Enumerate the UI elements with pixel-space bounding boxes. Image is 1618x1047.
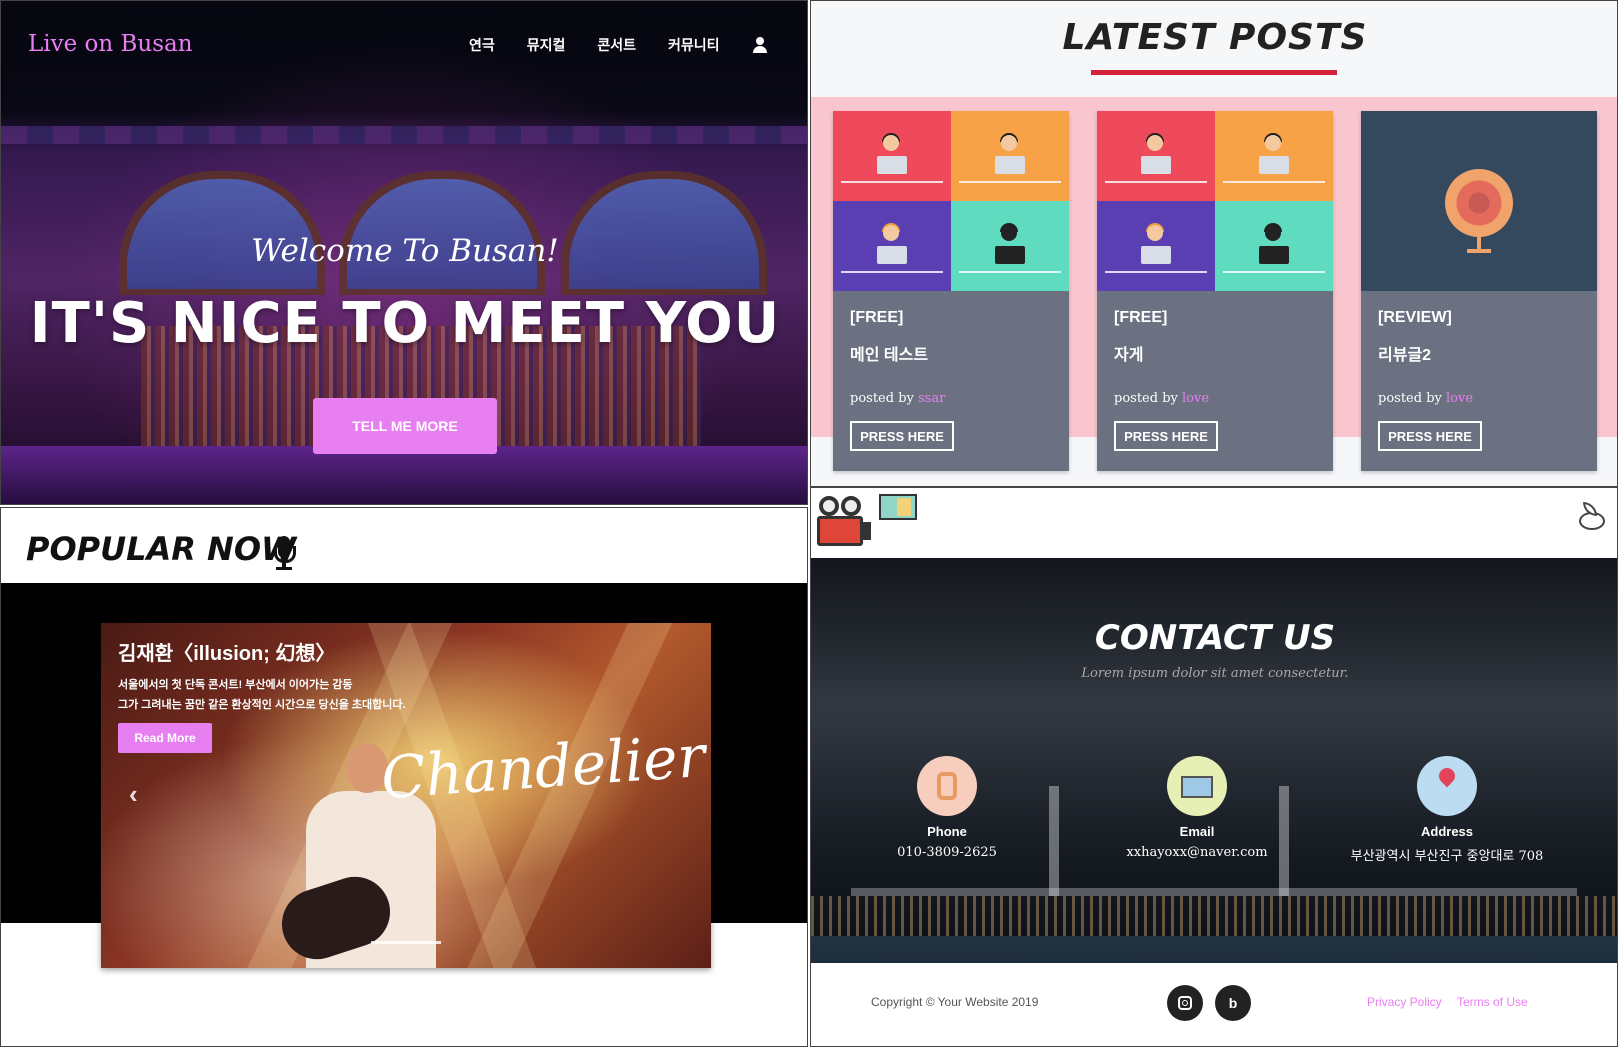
privacy-policy-link[interactable]: Privacy Policy: [1367, 995, 1442, 1009]
press-here-button[interactable]: PRESS HERE: [1378, 421, 1482, 451]
tell-me-more-button[interactable]: TELL ME MORE: [313, 398, 497, 454]
latest-posts-section: LATEST POSTS [FREE] 메인 테스트 posted by ssa…: [810, 0, 1618, 487]
movie-camera-icon: [817, 496, 873, 552]
section-title: LATEST POSTS: [1062, 17, 1368, 58]
post-author[interactable]: love: [1182, 391, 1209, 406]
nav-item-musical[interactable]: 뮤지컬: [527, 35, 566, 55]
post-card[interactable]: [REVIEW] 리뷰글2 posted by love PRESS HERE: [1361, 111, 1597, 471]
section-title: CONTACT US: [1094, 618, 1336, 658]
post-title: 리뷰글2: [1378, 347, 1432, 364]
bird-icon: [1573, 500, 1609, 540]
title-underline: [1091, 70, 1337, 75]
post-author[interactable]: love: [1446, 391, 1473, 406]
coders-grid-image: [833, 111, 1069, 291]
carousel-slide[interactable]: 김재환〈illusion; 幻想〉 서울에서의 첫 단독 콘서트! 부산에서 이…: [101, 623, 711, 968]
review-image: [1361, 111, 1597, 291]
post-author-line: posted by love: [1114, 391, 1210, 406]
contact-label: Address: [1420, 824, 1474, 839]
email-icon: [1167, 756, 1227, 816]
section-subtitle: Lorem ipsum dolor sit amet consectetur.: [1081, 666, 1349, 681]
hero-subheading: Welcome To Busan!: [251, 233, 559, 269]
post-category: [FREE]: [850, 309, 904, 326]
terms-of-use-link[interactable]: Terms of Use: [1457, 995, 1528, 1009]
carousel-indicator[interactable]: [371, 941, 441, 944]
user-icon[interactable]: [752, 37, 768, 53]
slide-title: 김재환〈illusion; 幻想〉: [118, 643, 336, 665]
post-author[interactable]: ssar: [918, 391, 945, 406]
copyright-text: Copyright © Your Website 2019: [871, 995, 1039, 1009]
post-category: [REVIEW]: [1378, 309, 1452, 326]
hero-heading: IT'S NICE TO MEET YOU: [29, 291, 781, 356]
coders-grid-image: [1097, 111, 1333, 291]
contact-label: Email: [1179, 824, 1215, 839]
disc-icon: [1445, 169, 1513, 237]
post-category: [FREE]: [1114, 309, 1168, 326]
post-author-line: posted by love: [1378, 391, 1474, 406]
press-here-button[interactable]: PRESS HERE: [850, 421, 954, 451]
instagram-icon[interactable]: [1167, 985, 1203, 1021]
contact-value[interactable]: xxhayoxx@naver.com: [1087, 845, 1307, 860]
hero-section: Live on Busan 연극 뮤지컬 콘서트 커뮤니티 Welcome To…: [0, 0, 808, 505]
read-more-button[interactable]: Read More: [118, 723, 212, 753]
brand-logo[interactable]: Live on Busan: [28, 31, 193, 57]
post-author-line: posted by ssar: [850, 391, 946, 406]
phone-icon: [917, 756, 977, 816]
section-title: POPULAR NOW: [26, 530, 297, 568]
contact-email: Email xxhayoxx@naver.com: [1087, 756, 1307, 860]
ticket-icon: [879, 494, 917, 520]
nav-item-concert[interactable]: 콘서트: [597, 35, 636, 55]
contact-value: 부산광역시 부산진구 중앙대로 708: [1350, 849, 1544, 864]
contact-section: CONTACT US Lorem ipsum dolor sit amet co…: [810, 487, 1618, 1047]
press-here-button[interactable]: PRESS HERE: [1114, 421, 1218, 451]
contact-phone: Phone 010-3809-2625: [837, 756, 1057, 860]
post-card[interactable]: [FREE] 자게 posted by love PRESS HERE: [1097, 111, 1333, 471]
main-nav: 연극 뮤지컬 콘서트 커뮤니티: [469, 35, 768, 55]
popular-now-section: POPULAR NOW 김재환〈illusion; 幻想〉 서울에서의 첫 단독…: [0, 507, 808, 1047]
mic-icon: [273, 536, 296, 570]
slide-description: 서울에서의 첫 단독 콘서트! 부산에서 이어가는 감동 그가 그려내는 꿈만 …: [118, 679, 406, 711]
chevron-left-icon[interactable]: ‹: [129, 779, 138, 810]
blog-icon[interactable]: b: [1215, 985, 1251, 1021]
post-title: 자게: [1114, 347, 1144, 364]
footer: Copyright © Your Website 2019 b Privacy …: [811, 963, 1617, 1046]
contact-address: Address 부산광역시 부산진구 중앙대로 708: [1337, 756, 1557, 864]
nav-item-community[interactable]: 커뮤니티: [668, 35, 720, 55]
map-pin-icon: [1417, 756, 1477, 816]
post-card[interactable]: [FREE] 메인 테스트 posted by ssar PRESS HERE: [833, 111, 1069, 471]
nav-item-play[interactable]: 연극: [469, 35, 495, 55]
contact-label: Phone: [927, 824, 967, 839]
contact-value: 010-3809-2625: [897, 845, 997, 860]
post-title: 메인 테스트: [850, 347, 929, 364]
